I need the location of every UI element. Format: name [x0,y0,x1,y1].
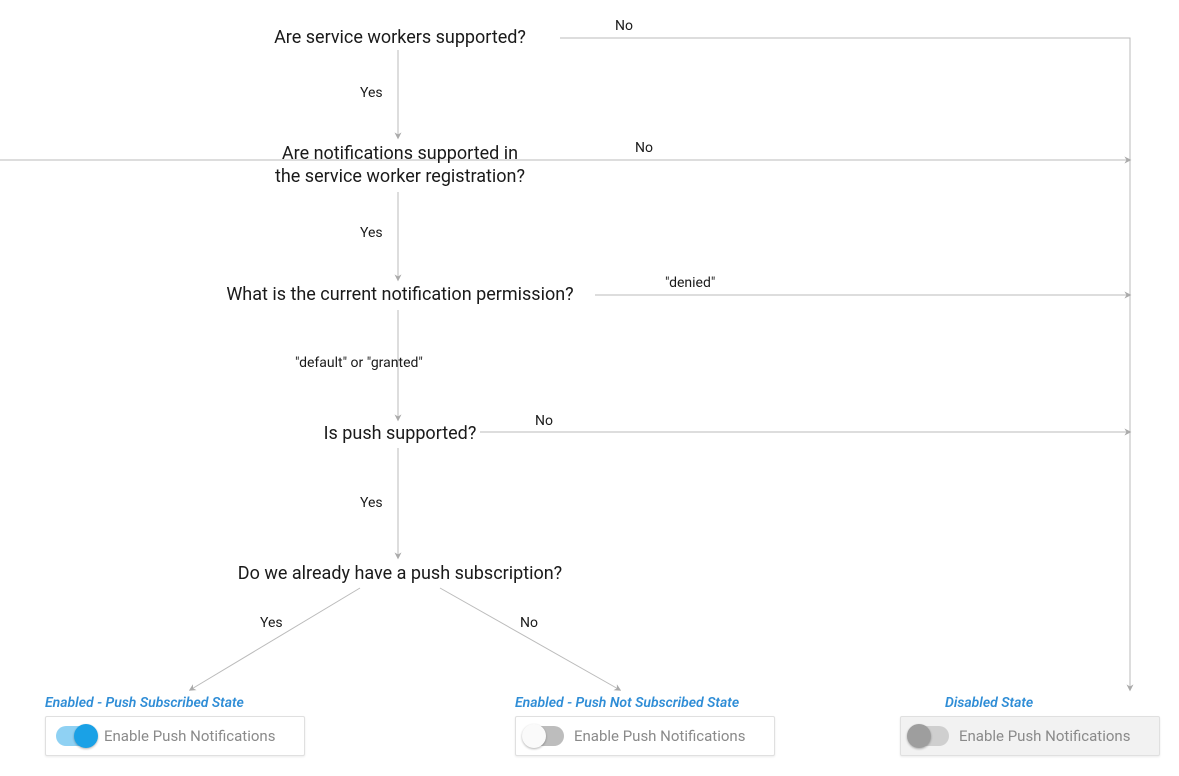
toggle-off-icon[interactable] [526,726,564,746]
state-notsub-title: Enabled - Push Not Subscribed State [515,695,739,711]
decision-q1: Are service workers supported? [240,26,560,49]
state-notsub-label: Enable Push Notifications [574,727,745,745]
state-disabled-label: Enable Push Notifications [959,727,1130,745]
state-subscribed-label: Enable Push Notifications [104,727,275,745]
decision-q3: What is the current notification permiss… [200,283,600,306]
decision-q2: Are notifications supported in the servi… [230,142,570,189]
edge-q2-no: No [635,140,653,156]
edge-q5-yes: Yes [260,615,283,631]
edge-q3-denied: "denied" [665,275,715,291]
edge-q1-yes: Yes [360,85,383,101]
state-subscribed-title: Enabled - Push Subscribed State [45,695,244,711]
toggle-on-icon[interactable] [56,726,94,746]
edge-q5-no: No [520,615,538,631]
edge-q3-default: "default" or "granted" [295,355,423,371]
decision-q4: Is push supported? [300,422,500,445]
state-disabled-title: Disabled State [945,695,1033,711]
state-subscribed-card: Enable Push Notifications [45,716,305,756]
edge-q2-yes: Yes [360,225,383,241]
edge-q1-no: No [615,18,633,34]
state-notsub-card: Enable Push Notifications [515,716,775,756]
decision-q5: Do we already have a push subscription? [220,562,580,585]
toggle-disabled-icon [911,726,949,746]
edge-q4-no: No [535,413,553,429]
state-disabled-card: Enable Push Notifications [900,716,1160,756]
edge-q4-yes: Yes [360,495,383,511]
